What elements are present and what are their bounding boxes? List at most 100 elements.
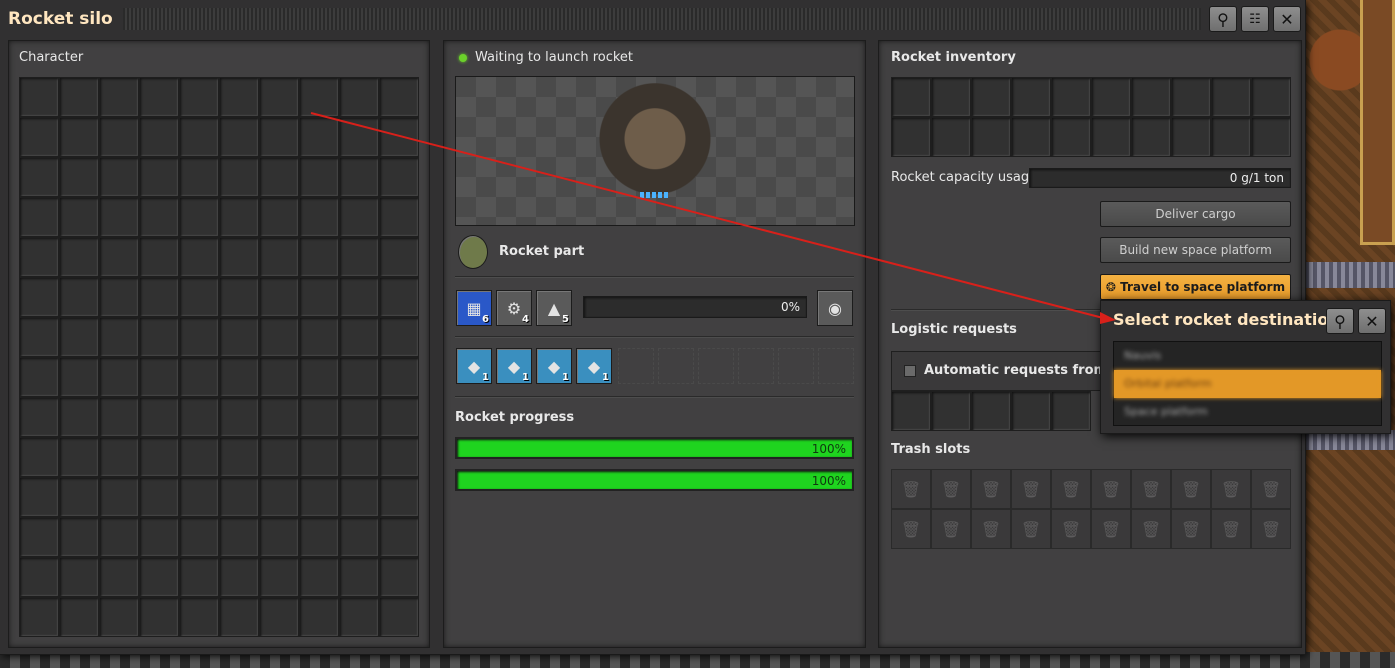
titlebar[interactable]: Rocket silo ⚲ ☷ ✕ — [0, 0, 1305, 38]
trash-slot[interactable]: 🗑 — [971, 509, 1011, 549]
inventory-slot[interactable] — [339, 277, 379, 317]
inventory-slot[interactable] — [19, 597, 59, 637]
inventory-slot[interactable] — [259, 117, 299, 157]
deliver-cargo-button[interactable]: Deliver cargo — [1100, 201, 1291, 227]
inventory-slot[interactable] — [379, 157, 419, 197]
trash-slot[interactable]: 🗑 — [1051, 509, 1091, 549]
inventory-slot[interactable] — [219, 157, 259, 197]
trash-slot[interactable]: 🗑 — [891, 509, 931, 549]
inventory-slot[interactable] — [99, 237, 139, 277]
inventory-slot[interactable] — [299, 357, 339, 397]
inventory-slot[interactable] — [59, 317, 99, 357]
inventory-slot[interactable] — [379, 397, 419, 437]
inventory-slot[interactable] — [259, 517, 299, 557]
empty-module-slot[interactable] — [778, 348, 814, 384]
trash-slot[interactable]: 🗑 — [971, 469, 1011, 509]
inventory-slot[interactable] — [59, 117, 99, 157]
inventory-slot[interactable] — [99, 437, 139, 477]
inventory-slot[interactable] — [19, 277, 59, 317]
inventory-slot[interactable] — [259, 237, 299, 277]
logistic-request-slot[interactable] — [931, 391, 971, 431]
inventory-slot[interactable] — [99, 157, 139, 197]
inventory-slot[interactable] — [299, 557, 339, 597]
inventory-slot[interactable] — [339, 557, 379, 597]
rocket-inventory-slot[interactable] — [891, 117, 931, 157]
inventory-slot[interactable] — [379, 77, 419, 117]
inventory-slot[interactable] — [179, 197, 219, 237]
rocket-inventory-slot[interactable] — [1211, 117, 1251, 157]
trash-slot[interactable]: 🗑 — [1131, 509, 1171, 549]
inventory-slot[interactable] — [219, 277, 259, 317]
inventory-slot[interactable] — [59, 237, 99, 277]
inventory-slot[interactable] — [379, 197, 419, 237]
inventory-slot[interactable] — [179, 597, 219, 637]
rocket-inventory-slot[interactable] — [1051, 77, 1091, 117]
inventory-slot[interactable] — [299, 477, 339, 517]
inventory-slot[interactable] — [139, 357, 179, 397]
inventory-slot[interactable] — [59, 277, 99, 317]
inventory-slot[interactable] — [219, 77, 259, 117]
trash-slot[interactable]: 🗑 — [1011, 509, 1051, 549]
inventory-slot[interactable] — [139, 77, 179, 117]
module-slot[interactable]: ◆ 1 — [456, 348, 492, 384]
inventory-slot[interactable] — [179, 557, 219, 597]
inventory-slot[interactable] — [99, 477, 139, 517]
inventory-slot[interactable] — [139, 157, 179, 197]
rocket-inventory-slot[interactable] — [971, 77, 1011, 117]
inventory-slot[interactable] — [139, 117, 179, 157]
trash-slot[interactable]: 🗑 — [1211, 469, 1251, 509]
inventory-slot[interactable] — [19, 157, 59, 197]
inventory-slot[interactable] — [59, 437, 99, 477]
inventory-slot[interactable] — [259, 477, 299, 517]
inventory-slot[interactable] — [179, 317, 219, 357]
rocket-inventory-slot[interactable] — [1051, 117, 1091, 157]
inventory-slot[interactable] — [99, 357, 139, 397]
empty-module-slot[interactable] — [658, 348, 694, 384]
trash-slot[interactable]: 🗑 — [1171, 509, 1211, 549]
destination-item-selected[interactable]: Orbital platform — [1114, 370, 1381, 398]
inventory-slot[interactable] — [299, 157, 339, 197]
inventory-slot[interactable] — [259, 317, 299, 357]
close-button[interactable]: ✕ — [1273, 6, 1301, 32]
inventory-slot[interactable] — [139, 477, 179, 517]
inventory-slot[interactable] — [379, 517, 419, 557]
inventory-slot[interactable] — [59, 557, 99, 597]
rocket-inventory-slot[interactable] — [1091, 117, 1131, 157]
inventory-slot[interactable] — [19, 517, 59, 557]
inventory-slot[interactable] — [379, 317, 419, 357]
inventory-slot[interactable] — [59, 397, 99, 437]
module-slot[interactable]: ◆ 1 — [576, 348, 612, 384]
inventory-slot[interactable] — [59, 517, 99, 557]
inventory-slot[interactable] — [379, 477, 419, 517]
inventory-slot[interactable] — [259, 557, 299, 597]
inventory-slot[interactable] — [179, 517, 219, 557]
ingredient-slot[interactable]: ▦ 6 — [456, 290, 492, 326]
destination-item[interactable]: Space platform — [1114, 398, 1381, 426]
inventory-slot[interactable] — [179, 397, 219, 437]
inventory-slot[interactable] — [219, 437, 259, 477]
drag-handle[interactable] — [122, 8, 1201, 30]
inventory-slot[interactable] — [299, 597, 339, 637]
inventory-slot[interactable] — [19, 197, 59, 237]
inventory-slot[interactable] — [99, 397, 139, 437]
inventory-slot[interactable] — [259, 597, 299, 637]
inventory-slot[interactable] — [339, 317, 379, 357]
inventory-slot[interactable] — [179, 117, 219, 157]
trash-slot[interactable]: 🗑 — [1091, 469, 1131, 509]
inventory-slot[interactable] — [179, 357, 219, 397]
inventory-slot[interactable] — [139, 197, 179, 237]
travel-platform-button[interactable]: ❂ Travel to space platform — [1100, 274, 1291, 300]
trash-slot[interactable]: 🗑 — [931, 469, 971, 509]
product-slot[interactable]: ◉ — [817, 290, 853, 326]
destination-item[interactable]: Nauvis — [1114, 342, 1381, 370]
trash-slot[interactable]: 🗑 — [1131, 469, 1171, 509]
inventory-slot[interactable] — [339, 517, 379, 557]
inventory-slot[interactable] — [299, 397, 339, 437]
inventory-slot[interactable] — [139, 237, 179, 277]
inventory-slot[interactable] — [99, 197, 139, 237]
inventory-slot[interactable] — [219, 557, 259, 597]
inventory-slot[interactable] — [379, 557, 419, 597]
trash-slot[interactable]: 🗑 — [1091, 509, 1131, 549]
rocket-inventory-slot[interactable] — [1011, 117, 1051, 157]
inventory-slot[interactable] — [219, 237, 259, 277]
